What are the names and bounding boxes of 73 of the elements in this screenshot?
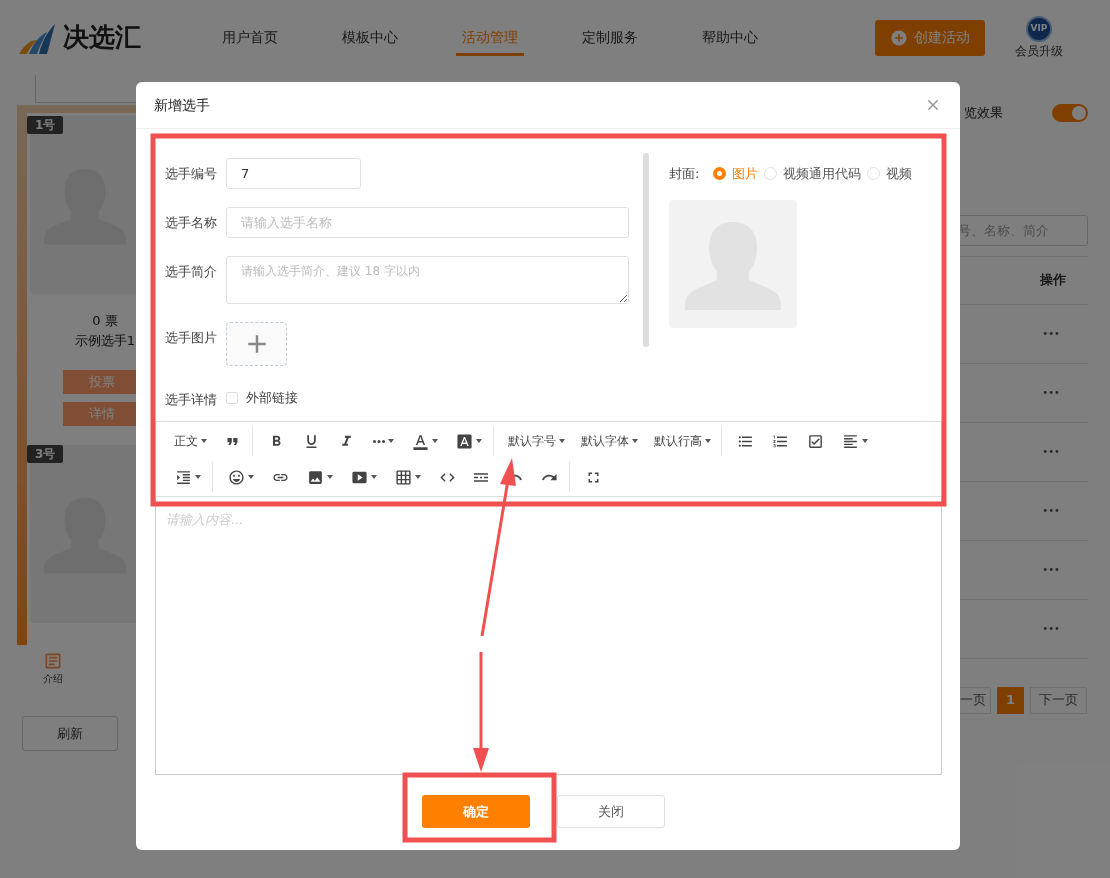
row-actions-button[interactable]: ••• [1042,562,1060,577]
field-label: 选手名称 [165,214,218,232]
cover-label: 封面: [669,165,700,183]
number-badge: 1号 [27,116,64,134]
input-field[interactable]: 7 [226,158,361,189]
nav-link[interactable]: 模板中心 [310,19,430,56]
table-icon [395,468,412,486]
column-header: 操作 [1040,271,1066,290]
caret-icon [632,439,638,443]
nav-link[interactable]: 帮助中心 [670,19,790,56]
caret-icon [862,439,868,443]
field-label: 选手编号 [165,165,218,183]
emoji-icon [228,468,245,486]
highlight-icon [456,432,473,450]
preview-label: 览效果 [964,104,1003,122]
article-icon [43,651,63,671]
row-actions-button[interactable]: ••• [1042,621,1060,636]
field-label: 选手图片 [165,329,218,347]
row-actions-button[interactable]: ••• [1042,326,1060,341]
preview-toggle[interactable] [1052,103,1088,122]
nav-link[interactable]: 定制服务 [550,19,670,56]
checkbox-label: 外部链接 [246,389,298,407]
number-badge: 3号 [27,445,64,463]
create-activity-button[interactable]: 创建活动 [875,19,985,56]
row-actions-button[interactable]: ••• [1042,503,1060,518]
caret-icon [432,439,438,443]
field-label: 选手简介 [165,263,218,281]
vip-badge[interactable]: VIP [1026,15,1052,42]
caret-icon [195,475,201,479]
checkbox[interactable] [226,391,238,404]
page-button[interactable]: 1 [997,686,1024,714]
plus-icon [890,28,908,47]
checkbox-icon [807,432,824,450]
image-icon [307,468,324,486]
image-upload-button[interactable] [226,322,287,366]
confirm-button[interactable]: 确定 [421,795,530,828]
more-icon [373,439,385,443]
caret-icon [415,475,421,479]
row-actions-button[interactable]: ••• [1042,385,1060,400]
member-upgrade-label[interactable]: 会员升级 [1015,41,1063,60]
toolbar-dropdown[interactable]: 默认行高 [646,426,719,456]
vote-count: 0 票 [92,312,118,330]
caret-icon [559,439,565,443]
radio-option[interactable]: 视频 [867,164,913,184]
caret-icon [476,439,482,443]
dialog-close-button[interactable]: 关闭 [556,795,665,828]
contestant-name: 示例选手1 [74,331,136,350]
row-actions-button[interactable]: ••• [1042,444,1060,459]
align-left-icon [842,432,859,450]
caret-icon [248,475,254,479]
refresh-button[interactable]: 刷新 [22,716,118,751]
caret-icon [371,475,377,479]
radio-option[interactable]: 视频通用代码 [764,164,862,184]
scrollbar[interactable] [643,153,649,347]
nav-link[interactable]: 用户首页 [190,19,310,56]
bottom-tab[interactable]: 介绍 [43,651,63,686]
indent-icon [175,468,192,486]
divider-icon [474,472,488,482]
caret-icon [388,439,394,443]
logo-text: 决选汇 [63,21,141,54]
caret-icon [327,475,333,479]
field-label: 选手详情 [165,391,218,409]
input-field[interactable]: 请输入选手名称 [226,207,629,238]
toolbar-dropdown[interactable]: 正文 [166,426,215,456]
dialog-title: 新增选手 [154,95,210,115]
textarea-field[interactable]: 请输入选手简介、建议 18 字以内 [226,256,629,304]
toolbar-dropdown[interactable]: 默认字体 [573,426,646,456]
font-color-icon [412,432,429,450]
toolbar-dropdown[interactable]: 默认字号 [500,426,573,456]
caret-icon [705,439,711,443]
radio-option[interactable]: 图片 [713,164,759,184]
caret-icon [201,439,207,443]
nav-link[interactable]: 活动管理 [430,19,550,56]
